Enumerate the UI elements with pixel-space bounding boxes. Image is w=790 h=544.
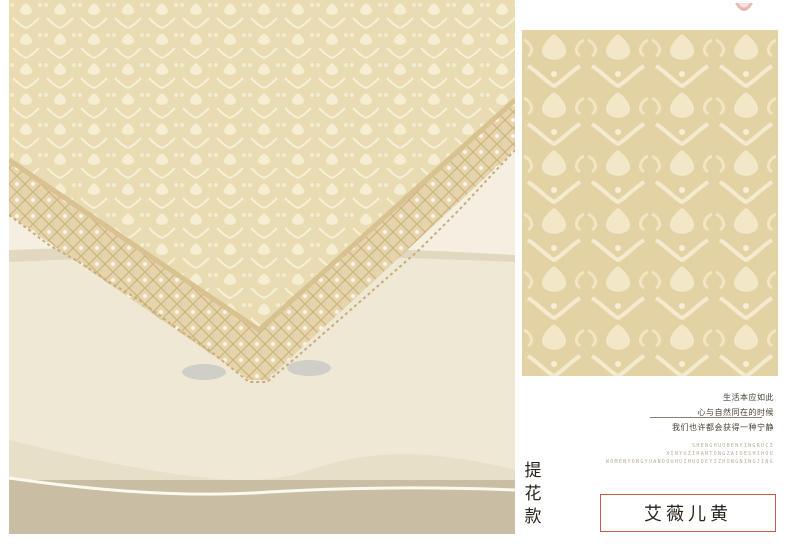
style-label: 提 花 款 [522, 460, 544, 529]
pinyin-line-1: SHENGHUOBENYINGRUCI [692, 443, 774, 449]
pinyin-text: SHENGHUOBENYINGRUCI XINYUZIRANTONGZAIDES… [606, 442, 774, 466]
style-label-char-3: 款 [524, 507, 542, 527]
decorative-fabric-swatch [733, 0, 755, 12]
pinyin-line-2: XINYUZIRANTONGZAIDESHIHOU [666, 451, 774, 457]
style-label-char-1: 提 [524, 461, 542, 481]
color-name-box: 艾薇儿黄 [600, 494, 776, 532]
slogan-divider [650, 417, 762, 418]
color-name: 艾薇儿黄 [644, 504, 732, 525]
product-photo-main [9, 0, 515, 534]
style-label-char-2: 花 [524, 484, 542, 504]
slogan-text: 生活本应如此 心与自然同在的时候 我们也许都会获得一种宁静 [672, 390, 774, 435]
pinyin-line-3: WOMENYONGYUANDOUHUIHUODEYIZHONGNINGJING [605, 459, 774, 465]
slogan-line-1: 生活本应如此 [723, 393, 774, 402]
fabric-detail-photo [522, 30, 778, 376]
slogan-line-3: 我们也许都会获得一种宁静 [672, 423, 774, 432]
